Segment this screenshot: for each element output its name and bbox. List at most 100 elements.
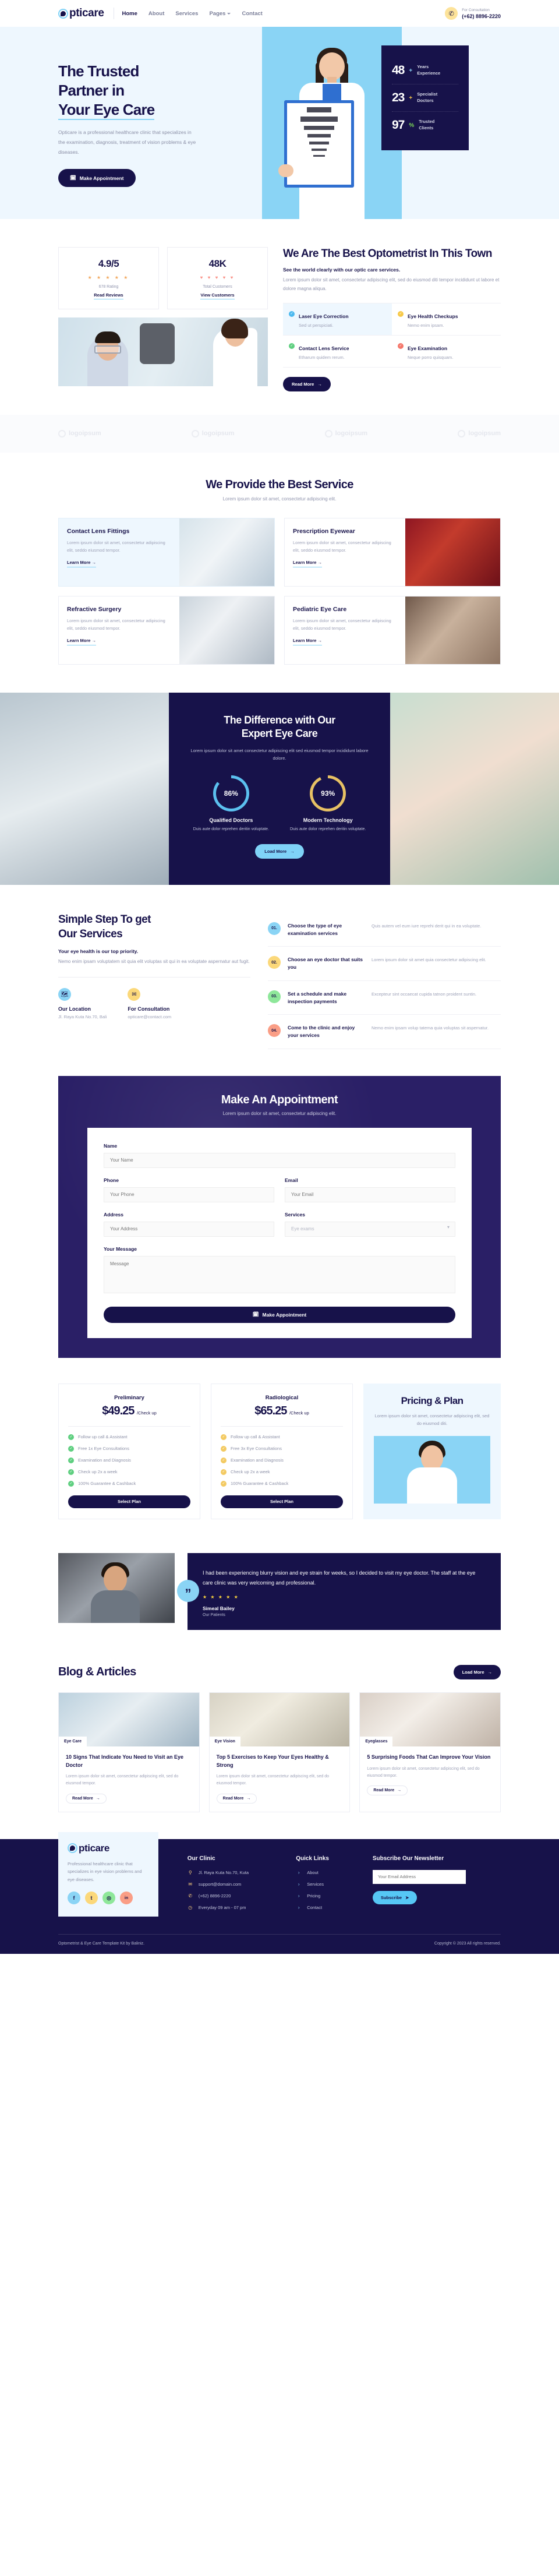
services-select[interactable] [285, 1221, 455, 1237]
blog-read-more-link[interactable]: Read More → [216, 1793, 257, 1804]
about-body: Lorem ipsum dolor sit amet, consectetur … [283, 277, 500, 292]
service-title: Prescription Eyewear [293, 527, 355, 535]
blog-post-card[interactable]: Eyeglasses 5 Surprising Foods That Can I… [359, 1692, 501, 1812]
feature-item[interactable]: ✓ Eye Health Checkups Nemo enim ipsam. [392, 304, 501, 336]
blog-post-card[interactable]: Eye Vision Top 5 Exercises to Keep Your … [208, 1692, 351, 1812]
footer-about: Professional healthcare clinic that spec… [68, 1861, 142, 1882]
message-textarea[interactable] [104, 1255, 455, 1293]
blog-load-more-button[interactable]: Load More → [453, 1665, 501, 1680]
service-learn-more-link[interactable]: Learn More → [293, 638, 323, 646]
heart-icon: ♥ ♥ ♥ ♥ ♥ [200, 275, 235, 280]
service-card[interactable]: Pediatric Eye Care Lorem ipsum dolor sit… [284, 595, 501, 665]
plan-feature: ✓ Examination and Diagnosis [221, 1457, 343, 1463]
star-icon: ★ ★ ★ ★ ★ [203, 1594, 239, 1600]
service-learn-more-link[interactable]: Learn More → [293, 560, 323, 568]
service-learn-more-link[interactable]: Learn More → [67, 638, 97, 646]
facebook-icon[interactable]: f [68, 1892, 80, 1905]
twitter-icon[interactable]: t [85, 1892, 98, 1905]
kpi-rating: 4.9/5 ★ ★ ★ ★ ★ 678 Rating Read Reviews [58, 247, 159, 309]
steps-heading: Simple Step To get Our Services [58, 913, 151, 940]
select-plan-button[interactable]: Select Plan [221, 1495, 343, 1508]
service-learn-more-link[interactable]: Learn More → [67, 560, 97, 568]
footer-clinic-item: ◷ Everyday 09 am - 07 pm [188, 1904, 246, 1910]
service-card[interactable]: Contact Lens Fittings Lorem ipsum dolor … [58, 517, 275, 587]
blog-post-image: Eye Vision [209, 1693, 350, 1747]
clock-icon: ◷ [188, 1904, 193, 1910]
footer-clinic-column: Our Clinic ⚲ Jl. Raya Kuta No.70, Kuta ✉ s… [187, 1855, 283, 1917]
select-plan-button[interactable]: Select Plan [68, 1495, 190, 1508]
footer-clinic-item: ⚲ Jl. Raya Kuta No.70, Kuta [187, 1870, 283, 1875]
email-input[interactable] [285, 1187, 455, 1202]
site-logo[interactable]: pticare [58, 7, 104, 20]
check-icon: ✓ [221, 1434, 227, 1440]
read-reviews-link[interactable]: Read Reviews [94, 292, 123, 299]
about-image [58, 317, 268, 386]
footer-logo[interactable]: pticare [68, 1843, 149, 1854]
check-icon: ✓ [68, 1480, 74, 1487]
nav-item-home[interactable]: Home [122, 10, 137, 17]
service-desc: Lorem ipsum dolor sit amet, consectetur … [67, 539, 165, 553]
newsletter-email-input[interactable] [372, 1869, 466, 1884]
phone-number: (+62) 8896-2220 [462, 13, 501, 19]
step-desc: Lorem ipsum dolor sit amet quia consecte… [372, 957, 486, 963]
map-icon: 🗺 [58, 988, 71, 1001]
appointment-sub: Lorem ipsum dolor sit amet, consectetur … [222, 1110, 337, 1116]
service-card[interactable]: Prescription Eyewear Lorem ipsum dolor s… [284, 517, 501, 587]
check-icon: ✓ [68, 1469, 74, 1475]
logo-mark-icon [58, 429, 66, 437]
submit-appointment-button[interactable]: 🗓 Make Appointment [104, 1306, 455, 1323]
plan-feature: ✓ 100% Guarantee & Cashback [68, 1480, 190, 1487]
footer-link-about[interactable]: › About [296, 1870, 360, 1875]
name-input[interactable] [104, 1152, 455, 1168]
check-icon: ✓ [398, 343, 404, 349]
check-icon: ✓ [221, 1480, 227, 1487]
footer-brand: pticare Professional healthcare clinic t… [58, 1832, 158, 1917]
phone-label: Phone [104, 1177, 119, 1183]
check-icon: ✓ [221, 1469, 227, 1475]
arrow-right-icon: → [95, 1796, 100, 1801]
subscribe-button[interactable]: Subscribe ➤ [372, 1890, 418, 1904]
testimonial-role: Our Patients [203, 1613, 225, 1618]
nav-item-services[interactable]: Services [175, 10, 198, 17]
view-customers-link[interactable]: View Customers [200, 292, 235, 299]
difference-load-more-button[interactable]: Load More → [255, 844, 304, 859]
footer-clinic-item: ✆ (+62) 8896-2220 [188, 1893, 231, 1899]
feature-item[interactable]: ✓ Laser Eye Correction Sed ut perspiciati… [283, 303, 392, 336]
feature-item[interactable]: ✓ Contact Lens Service Etharum quidem rer… [283, 336, 392, 368]
arrow-right-icon: → [246, 1796, 251, 1801]
progress-ring-technology: 93% Modern Technology Duis aute dolor re… [290, 775, 366, 832]
header-phone[interactable]: ✆ For Consultation (+62) 8896-2220 [445, 7, 501, 20]
instagram-icon[interactable]: ◎ [102, 1892, 115, 1905]
nav-item-about[interactable]: About [148, 10, 164, 17]
arrow-right-icon: → [91, 638, 97, 644]
hero-stats: 48 + Years Experience 23 + Specialist Doct… [381, 45, 469, 150]
nav-item-contact[interactable]: Contact [242, 10, 262, 17]
kpi-sub: Total Customers [203, 285, 232, 289]
consultation-label: For Consultation [462, 8, 490, 13]
about-lead: See the world clearly with our optic car… [283, 267, 401, 273]
kpi-value: 4.9/5 [98, 258, 119, 269]
quote-icon: ” [177, 1579, 199, 1602]
nav-item-pages[interactable]: Pages [209, 10, 231, 17]
phone-input[interactable] [104, 1187, 274, 1202]
address-input[interactable] [104, 1221, 274, 1237]
hero-appointment-button[interactable]: 🗓 Make Appointment [58, 169, 136, 188]
footer-link-contact[interactable]: › Contact [296, 1905, 360, 1910]
difference-section: The Difference with Our Expert Eye Care L… [0, 692, 559, 885]
footer-link-pricing[interactable]: › Pricing [296, 1893, 360, 1899]
step-number-badge: 04. [268, 1024, 281, 1038]
feature-item[interactable]: ✓ Eye Examination Neque porro quisquam. [392, 336, 501, 368]
step-item: 04. Come to the clinic and enjoy your se… [268, 1015, 501, 1049]
blog-read-more-link[interactable]: Read More → [367, 1785, 408, 1796]
brand-name: pticare [69, 7, 104, 19]
footer-link-services[interactable]: › Services [296, 1882, 360, 1887]
linkedin-icon[interactable]: in [120, 1892, 133, 1905]
arrow-right-icon: → [317, 381, 322, 387]
blog-read-more-link[interactable]: Read More → [66, 1793, 107, 1804]
service-card[interactable]: Refractive Surgery Lorem ipsum dolor sit… [58, 595, 275, 665]
blog-post-card[interactable]: Eye Care 10 Signs That Indicate You Need… [58, 1692, 200, 1812]
envelope-icon: ✉ [188, 1881, 193, 1887]
check-icon: ✓ [398, 310, 404, 317]
services-label: Services [285, 1211, 305, 1218]
about-read-more-button[interactable]: Read More → [283, 376, 331, 391]
